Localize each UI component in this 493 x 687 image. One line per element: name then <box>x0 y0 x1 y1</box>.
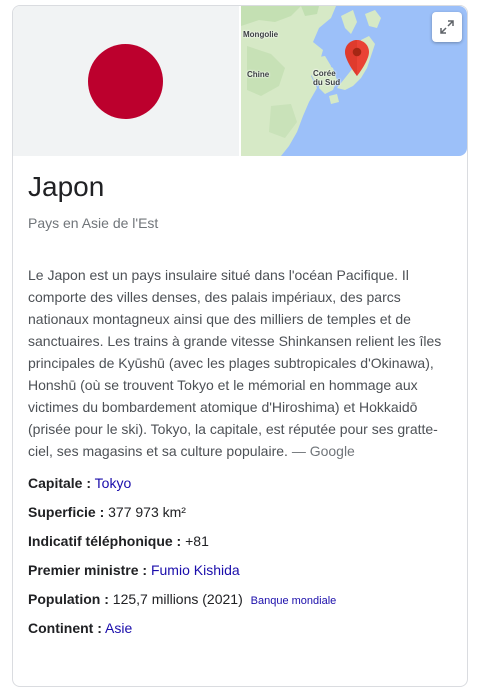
entity-title: Japon <box>28 171 105 202</box>
population-source-link[interactable]: Banque mondiale <box>251 595 337 607</box>
description-text: Le Japon est un pays insulaire situé dan… <box>28 267 442 459</box>
fact-label[interactable]: Continent : <box>28 620 102 636</box>
fact-label[interactable]: Population : <box>28 591 109 607</box>
flag-sun-disc <box>88 44 163 119</box>
fact-label[interactable]: Indicatif téléphonique : <box>28 533 181 549</box>
fact-prime-minister: Premier ministre : Fumio Kishida <box>28 560 458 589</box>
description-source: — Google <box>291 443 355 459</box>
fact-value: 125,7 millions (2021) <box>112 591 243 607</box>
media-row: Mongolie Chine Corée du Sud <box>13 6 467 156</box>
knowledge-panel: Mongolie Chine Corée du Sud Japon Pays e… <box>12 5 468 687</box>
fact-continent: Continent : Asie <box>28 618 458 647</box>
map-image[interactable]: Mongolie Chine Corée du Sud <box>241 6 467 156</box>
fact-capital: Capitale : Tokyo <box>28 473 458 502</box>
fact-area: Superficie : 377 973 km² <box>28 502 458 531</box>
fact-value: +81 <box>185 533 209 549</box>
facts-list: Capitale : Tokyo Superficie : 377 973 km… <box>28 473 458 647</box>
map-label-china: Chine <box>247 70 270 79</box>
fact-label[interactable]: Superficie : <box>28 504 104 520</box>
map-label-korea-2: du Sud <box>313 78 341 87</box>
capital-link[interactable]: Tokyo <box>95 475 132 491</box>
fact-value: 377 973 km² <box>108 504 186 520</box>
fact-population: Population : 125,7 millions (2021) Banqu… <box>28 589 458 618</box>
location-pin-icon <box>345 40 369 76</box>
map-label-korea-1: Corée <box>313 69 336 78</box>
continent-link[interactable]: Asie <box>105 620 132 636</box>
map-label-mongolia: Mongolie <box>243 30 279 39</box>
fact-dial-code: Indicatif téléphonique : +81 <box>28 531 458 560</box>
expand-map-button[interactable] <box>432 12 462 42</box>
fact-label[interactable]: Premier ministre : <box>28 562 147 578</box>
entity-subtitle: Pays en Asie de l'Est <box>28 215 159 231</box>
expand-icon <box>440 20 454 34</box>
entity-description: Le Japon est un pays insulaire situé dan… <box>28 264 442 462</box>
flag-image[interactable] <box>13 6 239 156</box>
fact-label[interactable]: Capitale : <box>28 475 91 491</box>
prime-minister-link[interactable]: Fumio Kishida <box>151 562 240 578</box>
